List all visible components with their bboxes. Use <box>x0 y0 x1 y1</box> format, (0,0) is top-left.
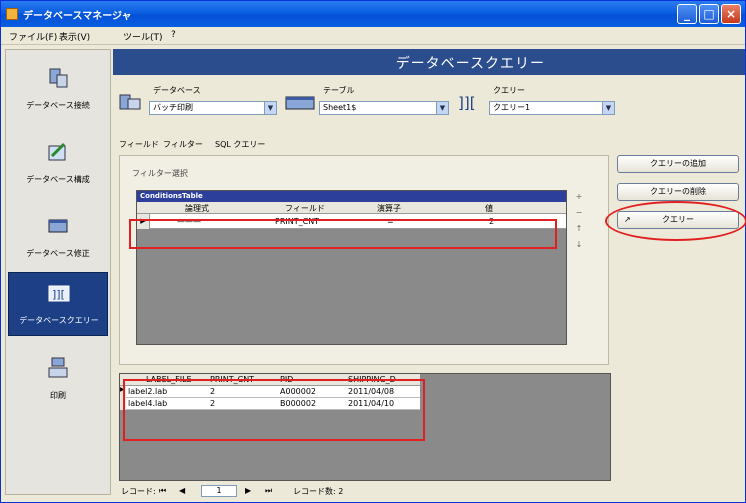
database-select[interactable]: バッチ印刷 ▼ <box>149 101 277 115</box>
query-select-value: クエリー1 <box>493 103 531 112</box>
sidebar-item-print[interactable]: 印刷 <box>8 348 108 412</box>
column-header-field[interactable]: フィールド <box>285 203 325 214</box>
sidebar-item-label: データベースクエリー <box>19 316 99 325</box>
query-icon: ]][ <box>458 94 476 111</box>
page-title: データベースクエリー <box>395 56 545 72</box>
next-record-button[interactable]: ▶ <box>245 486 251 495</box>
grid-title: ConditionsTable <box>137 191 566 202</box>
first-record-button[interactable]: ⏮ <box>159 486 166 496</box>
close-button[interactable]: × <box>721 4 741 24</box>
tab-sql-query[interactable]: SQL クエリー <box>215 139 265 150</box>
menu-bar: ファイル(F) 表示(V) ツール(T) ? <box>1 27 745 45</box>
sidebar-item-db-query[interactable]: ]][ データベースクエリー <box>8 272 108 336</box>
move-up-icon[interactable]: ↑ <box>572 224 586 240</box>
column-header-value[interactable]: 値 <box>485 203 493 214</box>
sidebar-item-label: データベース接続 <box>26 101 90 110</box>
database-query-icon: ]][ <box>48 285 70 302</box>
table-icon <box>285 96 315 110</box>
table-select[interactable]: Sheet1$ ▼ <box>319 101 449 115</box>
chevron-down-icon[interactable]: ▼ <box>436 102 448 114</box>
sidebar: データベース接続 データベース構成 データベース修正 ]][ データベースクエリ… <box>5 49 111 495</box>
database-select-value: バッチ印刷 <box>153 103 193 112</box>
svg-text:]][: ]][ <box>458 94 476 111</box>
page-header: データベースクエリー <box>113 49 745 75</box>
maximize-button[interactable]: □ <box>699 4 719 24</box>
tab-fields[interactable]: フィールド <box>119 139 159 150</box>
add-query-button[interactable]: クエリーの追加 <box>617 155 739 173</box>
prev-record-button[interactable]: ◀ <box>179 486 185 495</box>
menu-tools[interactable]: ツール(T) <box>123 30 163 43</box>
database-connect-icon <box>49 68 68 88</box>
sidebar-item-db-connect[interactable]: データベース接続 <box>8 58 108 122</box>
column-header-operator[interactable]: 演算子 <box>377 203 401 214</box>
query-select[interactable]: クエリー1 ▼ <box>489 101 615 115</box>
sidebar-item-db-structure[interactable]: データベース構成 <box>8 132 108 196</box>
table-label: テーブル <box>323 86 355 95</box>
minimize-button[interactable]: _ <box>677 4 697 24</box>
table-select-value: Sheet1$ <box>323 103 357 112</box>
app-icon <box>6 8 18 20</box>
record-page-input[interactable]: 1 <box>201 485 237 497</box>
database-structure-icon <box>48 142 66 161</box>
app-window: データベースマネージャ _ □ × ファイル(F) 表示(V) ツール(T) ?… <box>0 0 746 503</box>
record-label: レコード: <box>121 487 156 496</box>
query-label: クエリー <box>493 86 525 95</box>
move-down-icon[interactable]: ↓ <box>572 240 586 256</box>
highlight-box <box>129 219 557 249</box>
menu-view[interactable]: 表示(V) <box>59 30 90 43</box>
record-count: レコード数: 2 <box>293 487 344 496</box>
grid-header: 論理式 フィールド 演算子 値 <box>137 202 566 214</box>
highlight-box <box>123 379 425 441</box>
database-edit-icon <box>48 219 68 233</box>
filter-panel: フィルター選択 ConditionsTable 論理式 フィールド 演算子 値 … <box>119 155 609 365</box>
sidebar-item-db-edit[interactable]: データベース修正 <box>8 206 108 270</box>
column-header-logic[interactable]: 論理式 <box>185 203 209 214</box>
database-icon <box>119 94 141 110</box>
menu-file[interactable]: ファイル(F) <box>9 30 57 43</box>
highlight-ellipse <box>605 201 746 241</box>
delete-query-button[interactable]: クエリーの削除 <box>617 183 739 201</box>
menu-help[interactable]: ? <box>171 30 176 40</box>
tab-filter[interactable]: フィルター <box>163 139 203 150</box>
last-record-button[interactable]: ⏭ <box>265 486 272 496</box>
sidebar-item-label: データベース修正 <box>26 249 90 258</box>
conditions-grid[interactable]: ConditionsTable 論理式 フィールド 演算子 値 ▶ ——— PR… <box>136 190 567 345</box>
record-navigator: レコード: ⏮ ◀ 1 ▶ ⏭ レコード数: 2 <box>119 485 611 499</box>
svg-text:]][: ]][ <box>52 288 65 301</box>
window-title: データベースマネージャ <box>23 11 132 22</box>
delete-row-icon[interactable]: − <box>572 208 586 224</box>
sidebar-item-label: データベース構成 <box>26 175 90 184</box>
chevron-down-icon[interactable]: ▼ <box>264 102 276 114</box>
database-label: データベース <box>153 86 201 95</box>
sidebar-item-label: 印刷 <box>50 391 66 400</box>
add-row-icon[interactable]: + <box>572 192 586 208</box>
row-tools: + − ↑ ↓ <box>572 192 586 256</box>
filter-panel-label: フィルター選択 <box>132 169 188 178</box>
chevron-down-icon[interactable]: ▼ <box>602 102 614 114</box>
print-icon <box>48 357 68 378</box>
title-bar[interactable]: データベースマネージャ _ □ × <box>1 1 745 27</box>
